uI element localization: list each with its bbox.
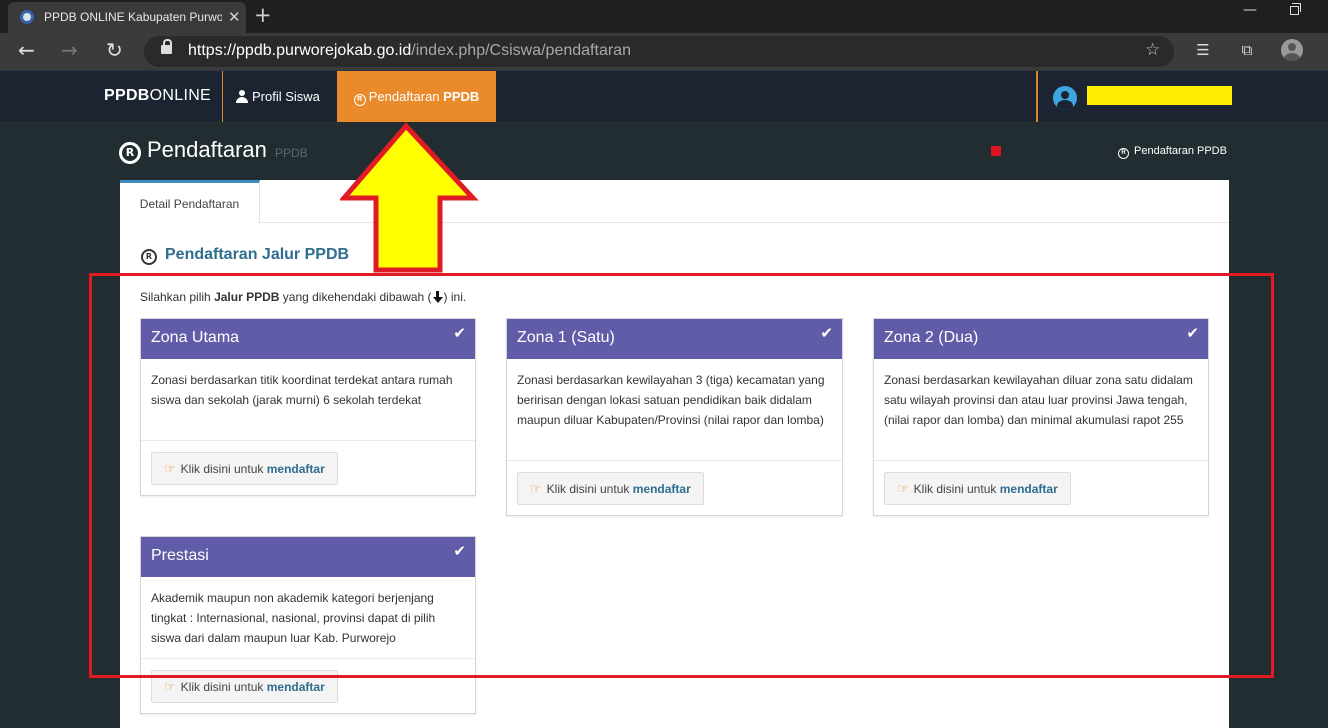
minimize-window-icon[interactable]: — — [1243, 2, 1257, 18]
lock-icon — [161, 39, 172, 54]
user-avatar[interactable] — [1053, 86, 1077, 110]
nav-divider — [1036, 71, 1038, 122]
close-tab-icon[interactable]: ✕ — [228, 8, 241, 26]
brand-logo[interactable]: PPDBONLINE — [104, 87, 211, 105]
registered-icon: R — [1118, 148, 1129, 159]
back-icon[interactable]: ← — [18, 40, 35, 60]
nav-divider — [222, 71, 223, 122]
tab-title: PPDB ONLINE Kabupaten Purwo — [44, 10, 222, 24]
favorites-icon[interactable]: ☰ — [1194, 41, 1212, 59]
page-subtitle: PPDB — [275, 146, 308, 160]
url-text: https://ppdb.purworejokab.go.id/index.ph… — [188, 42, 631, 59]
forward-icon[interactable]: → — [61, 40, 78, 60]
app-navbar: PPDBONLINE Profil Siswa R Pendaftaran PPD… — [0, 70, 1328, 122]
refresh-icon[interactable]: ↻ — [106, 40, 123, 60]
site-favicon-icon — [20, 10, 34, 24]
collections-icon[interactable]: ⧉ — [1238, 41, 1256, 59]
nav-item-label-bold: PPDB — [443, 89, 480, 104]
annotation-highlight-box — [89, 273, 1274, 678]
redacted-username — [1087, 86, 1232, 105]
tab-strip: Detail Pendaftaran — [120, 180, 1229, 224]
browser-address-bar: ← → ↻ https://ppdb.purworejokab.go.id/in… — [0, 33, 1328, 70]
breadcrumb[interactable]: R Pendaftaran PPDB — [1118, 145, 1227, 159]
restore-window-icon[interactable] — [1290, 3, 1301, 15]
annotation-arrow-up-icon — [340, 122, 479, 273]
tab-detail-pendaftaran[interactable]: Detail Pendaftaran — [120, 180, 260, 224]
hand-pointer-icon: ☞ — [164, 679, 176, 694]
browser-tab[interactable]: PPDB ONLINE Kabupaten Purwo ✕ — [8, 2, 246, 33]
browser-profile-icon[interactable] — [1281, 39, 1303, 61]
nav-item-label: Profil Siswa — [252, 89, 320, 104]
registered-icon: R — [353, 94, 366, 106]
nav-item-pendaftaran-ppdb[interactable]: R Pendaftaran PPDB — [337, 71, 496, 122]
nav-item-label: Pendaftaran — [368, 89, 440, 104]
user-icon — [236, 90, 248, 103]
page-title: R Pendaftaran PPDB — [119, 137, 308, 164]
browser-tab-bar: PPDB ONLINE Kabupaten Purwo ✕ + — — [0, 0, 1328, 33]
new-tab-icon[interactable]: + — [254, 3, 272, 27]
url-field[interactable]: https://ppdb.purworejokab.go.id/index.ph… — [144, 36, 1174, 67]
registered-icon: R — [119, 142, 141, 164]
registered-icon: R — [141, 249, 157, 265]
section-title: R Pendaftaran Jalur PPDB — [141, 246, 349, 265]
bookmark-star-icon[interactable]: ☆ — [1145, 40, 1160, 60]
red-marker — [991, 146, 1001, 156]
nav-item-profil-siswa[interactable]: Profil Siswa — [236, 71, 320, 122]
